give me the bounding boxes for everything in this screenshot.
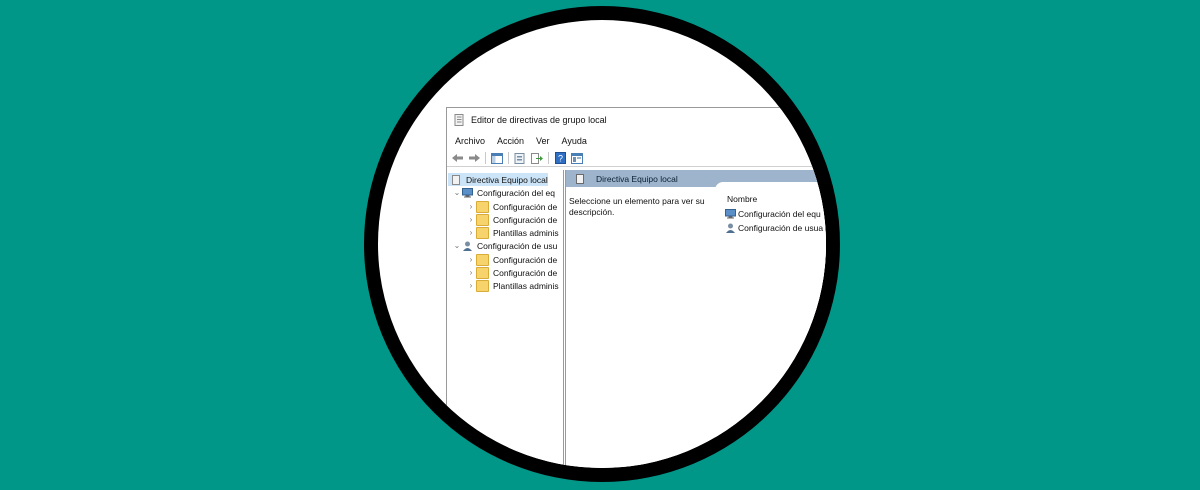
folder-icon — [476, 226, 489, 239]
tree-item[interactable]: › Configuración de — [466, 266, 557, 279]
menu-archivo[interactable]: Archivo — [455, 136, 485, 146]
tree-root[interactable]: Directiva Equipo local — [448, 173, 548, 186]
tree-item[interactable]: › Configuración de — [466, 200, 557, 213]
menu-accion[interactable]: Acción — [497, 136, 524, 146]
user-icon — [726, 223, 735, 233]
tree-item[interactable]: › Plantillas adminis — [466, 279, 559, 292]
tree-computer-config[interactable]: ⌄ Configuración del eq — [452, 186, 555, 199]
policy-document-icon — [454, 114, 464, 126]
tree-item-label: Configuración de — [493, 267, 558, 278]
tree-item[interactable]: › Plantillas adminis — [466, 226, 559, 239]
tree-item-label: Configuración de — [493, 214, 558, 225]
list-item-label: Configuración del equ — [738, 208, 821, 219]
chevron-right-icon[interactable]: › — [466, 202, 476, 211]
tree-item[interactable]: › Configuración de — [466, 253, 557, 266]
back-icon[interactable] — [450, 152, 464, 165]
title-bar[interactable]: Editor de directivas de grupo local — [447, 108, 826, 132]
policy-document-icon — [576, 173, 584, 184]
description-text: Seleccione un elemento para ver su descr… — [569, 196, 705, 217]
list-item-label: Configuración de usua — [738, 222, 824, 233]
tree-computer-config-label: Configuración del eq — [477, 187, 555, 198]
menu-bar: Archivo Acción Ver Ayuda — [447, 133, 591, 149]
computer-icon — [725, 208, 736, 218]
screenshot-disc: Editor de directivas de grupo local Arch… — [378, 20, 826, 468]
details-pane: Directiva Equipo local Seleccione un ele… — [565, 170, 826, 468]
tree-pane: Directiva Equipo local ⌄ Configuración d… — [448, 170, 564, 468]
tree-item-label: Configuración de — [493, 254, 558, 265]
list-item[interactable]: Configuración de usua — [725, 221, 823, 234]
toolbar-separator — [508, 152, 509, 164]
folder-icon — [476, 200, 489, 213]
tree-root-label: Directiva Equipo local — [466, 174, 548, 185]
computer-icon — [462, 187, 473, 197]
chevron-right-icon[interactable]: › — [466, 215, 476, 224]
svg-text:?: ? — [557, 154, 562, 164]
view-icon[interactable] — [570, 152, 584, 165]
gpedit-window: Editor de directivas de grupo local Arch… — [446, 107, 826, 468]
tree-user-config-label: Configuración de usu — [477, 240, 558, 251]
folder-icon — [476, 213, 489, 226]
chevron-right-icon[interactable]: › — [466, 255, 476, 264]
tree-item-label: Configuración de — [493, 201, 558, 212]
toolbar: ? — [447, 150, 826, 167]
chevron-down-icon[interactable]: ⌄ — [452, 241, 462, 250]
folder-icon — [476, 279, 489, 292]
toolbar-separator — [485, 152, 486, 164]
menu-ver[interactable]: Ver — [536, 136, 550, 146]
window-title: Editor de directivas de grupo local — [471, 115, 607, 125]
policy-document-icon — [452, 174, 460, 185]
column-header-nombre[interactable]: Nombre — [727, 194, 757, 204]
tree-item[interactable]: › Configuración de — [466, 213, 557, 226]
toolbar-separator — [548, 152, 549, 164]
show-hide-tree-icon[interactable] — [490, 152, 504, 165]
menu-ayuda[interactable]: Ayuda — [562, 136, 587, 146]
properties-icon[interactable] — [513, 152, 527, 165]
list-item[interactable]: Configuración del equ — [725, 207, 821, 220]
tree-user-config[interactable]: ⌄ Configuración de usu — [452, 239, 557, 252]
chevron-down-icon[interactable]: ⌄ — [452, 188, 462, 197]
user-icon — [463, 241, 472, 251]
forward-icon[interactable] — [467, 152, 481, 165]
help-icon[interactable]: ? — [553, 152, 567, 165]
chevron-right-icon[interactable]: › — [466, 228, 476, 237]
tree-item-label: Plantillas adminis — [493, 280, 559, 291]
folder-icon — [476, 266, 489, 279]
chevron-right-icon[interactable]: › — [466, 281, 476, 290]
items-list: Nombre Configuración del equ Configuraci… — [715, 182, 826, 468]
details-header-title: Directiva Equipo local — [596, 173, 678, 184]
export-list-icon[interactable] — [530, 152, 544, 165]
folder-icon — [476, 253, 489, 266]
chevron-right-icon[interactable]: › — [466, 268, 476, 277]
tree-item-label: Plantillas adminis — [493, 227, 559, 238]
